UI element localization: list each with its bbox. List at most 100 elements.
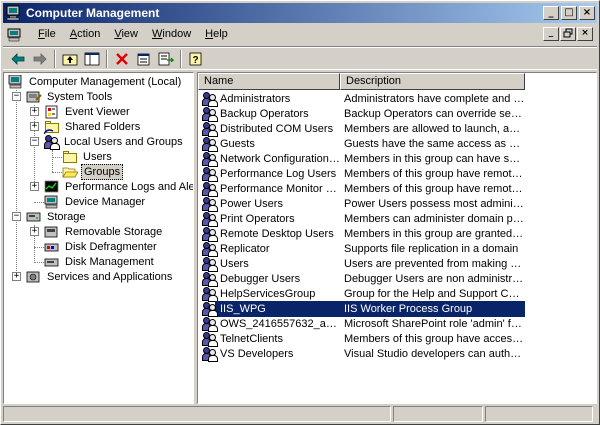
menu-window[interactable]: Window [145,26,198,43]
column-header-name[interactable]: Name [198,73,340,90]
menu-action[interactable]: Action [63,26,108,43]
close-button[interactable]: × [579,6,595,20]
help-icon[interactable]: ? [185,49,207,69]
up-folder-icon[interactable] [59,49,81,69]
expand-toggle[interactable]: + [30,122,39,131]
tree-item-storage[interactable]: Storage [26,209,88,224]
menu-view[interactable]: View [107,26,145,43]
services-applications-icon [26,270,42,284]
collapse-toggle[interactable]: − [12,92,21,101]
group-description: Members of this group have access t... [344,333,525,345]
group-description: Members of this group have remote ... [344,183,525,195]
group-icon [202,151,218,167]
menu-file[interactable]: File [31,26,63,43]
folder-icon [62,150,78,164]
expand-toggle[interactable]: + [30,107,39,116]
tree-item-device-manager[interactable]: Device Manager [44,194,147,209]
cell-name: TelnetClients [198,331,340,347]
collapse-toggle[interactable]: − [12,212,21,221]
list-item[interactable]: IIS_WPG IIS Worker Process Group [198,301,596,317]
tree-item-users[interactable]: Users [62,149,114,164]
menu-help[interactable]: Help [198,26,235,43]
group-icon [202,271,218,287]
list-item[interactable]: Remote Desktop Users Members in this grou… [198,226,596,242]
list-item[interactable]: Distributed COM Users Members are allowed… [198,121,596,137]
tree-label: Computer Management (Local) [29,75,182,88]
group-name: HelpServicesGroup [220,288,316,300]
list-item[interactable]: Network Configuration ... Members in this… [198,151,596,167]
tree-item-shared-folders[interactable]: Shared Folders [44,119,142,134]
mmc-system-menu-icon[interactable] [7,27,23,43]
minimize-button[interactable]: _ [543,6,559,20]
disk-defragmenter-icon [44,240,60,254]
list-item[interactable]: Replicator Supports file replication in a… [198,241,596,257]
list-item[interactable]: HelpServicesGroup Group for the Help and … [198,286,596,302]
list-item[interactable]: Performance Log Users Members of this gro… [198,166,596,182]
child-close-button[interactable]: × [577,27,593,41]
cell-name: Performance Monitor U... [198,181,340,197]
list-item[interactable]: TelnetClients Members of this group have … [198,331,596,347]
show-hide-tree-icon[interactable] [81,49,103,69]
console-tree[interactable]: Computer Management (Local) − System Too… [3,72,194,404]
storage-icon [26,210,42,224]
column-header-description[interactable]: Description [340,73,525,90]
group-name: Print Operators [220,213,295,225]
maximize-button[interactable]: □ [561,6,577,20]
tree-label: Disk Management [65,255,154,268]
cell-name: VS Developers [198,346,340,362]
group-description: Members of this group have remote ... [344,168,525,180]
group-description: Microsoft SharePoint role 'admin' for ..… [344,318,525,330]
back-arrow-icon[interactable] [7,49,29,69]
group-icon [202,316,218,332]
list-item[interactable]: Administrators Administrators have comple… [198,91,596,107]
tree-label: Services and Applications [47,270,173,283]
tree-item-groups[interactable]: Groups [62,163,124,180]
tree-item-services-applications[interactable]: Services and Applications [26,269,174,284]
list-item[interactable]: Power Users Power Users possess most admi… [198,196,596,212]
group-icon [202,211,218,227]
tree-label: Performance Logs and Alerts [65,180,194,193]
cell-name: Replicator [198,241,340,257]
list-item[interactable]: Backup Operators Backup Operators can ove… [198,106,596,122]
list-item[interactable]: Users Users are prevented from making ac.… [198,256,596,272]
collapse-toggle[interactable]: − [30,137,39,146]
group-name: Users [220,258,249,270]
list-item[interactable]: Debugger Users Debugger Users are non adm… [198,271,596,287]
tree-item-removable-storage[interactable]: Removable Storage [44,224,164,239]
cell-name: Network Configuration ... [198,151,340,167]
list-item[interactable]: VS Developers Visual Studio developers ca… [198,346,596,362]
tree-label: Event Viewer [65,105,130,118]
tree-item-system-tools[interactable]: System Tools [26,89,114,104]
child-minimize-button[interactable]: _ [543,27,559,41]
group-description: Backup Operators can override secu... [344,108,525,120]
expand-toggle[interactable]: + [30,182,39,191]
tree-item-root[interactable]: Computer Management (Local) [8,74,183,89]
group-icon [202,181,218,197]
tree-connector [52,150,53,172]
cell-name: Print Operators [198,211,340,227]
window-title: Computer Management [26,6,160,20]
list-item[interactable]: OWS_2416557632_admin Microsoft SharePoint… [198,316,596,332]
result-list[interactable]: Name Description Administrators Administr… [197,72,597,404]
tree-label: Local Users and Groups [64,135,183,148]
tree-item-disk-defragmenter[interactable]: Disk Defragmenter [44,239,159,254]
computer-icon [8,74,24,89]
tree-item-local-users-groups[interactable]: Local Users and Groups [44,134,185,150]
tree-item-event-viewer[interactable]: Event Viewer [44,104,132,119]
group-name: Remote Desktop Users [220,228,334,240]
properties-icon[interactable] [133,49,155,69]
tree-item-disk-management[interactable]: Disk Management [44,254,156,269]
forward-arrow-icon[interactable] [29,49,51,69]
device-manager-icon [44,195,60,209]
tree-item-performance-logs[interactable]: Performance Logs and Alerts [44,179,194,194]
export-list-icon[interactable] [155,49,177,69]
title-bar[interactable]: Computer Management _ □ × [3,3,597,23]
list-item[interactable]: Performance Monitor U... Members of this … [198,181,596,197]
list-item[interactable]: Print Operators Members can administer do… [198,211,596,227]
expand-toggle[interactable]: + [30,227,39,236]
list-item[interactable]: Guests Guests have the same access as me.… [198,136,596,152]
expand-toggle[interactable]: + [12,272,21,281]
child-restore-button[interactable] [560,27,576,41]
delete-icon[interactable] [111,49,133,69]
toolbar-separator [54,49,56,68]
